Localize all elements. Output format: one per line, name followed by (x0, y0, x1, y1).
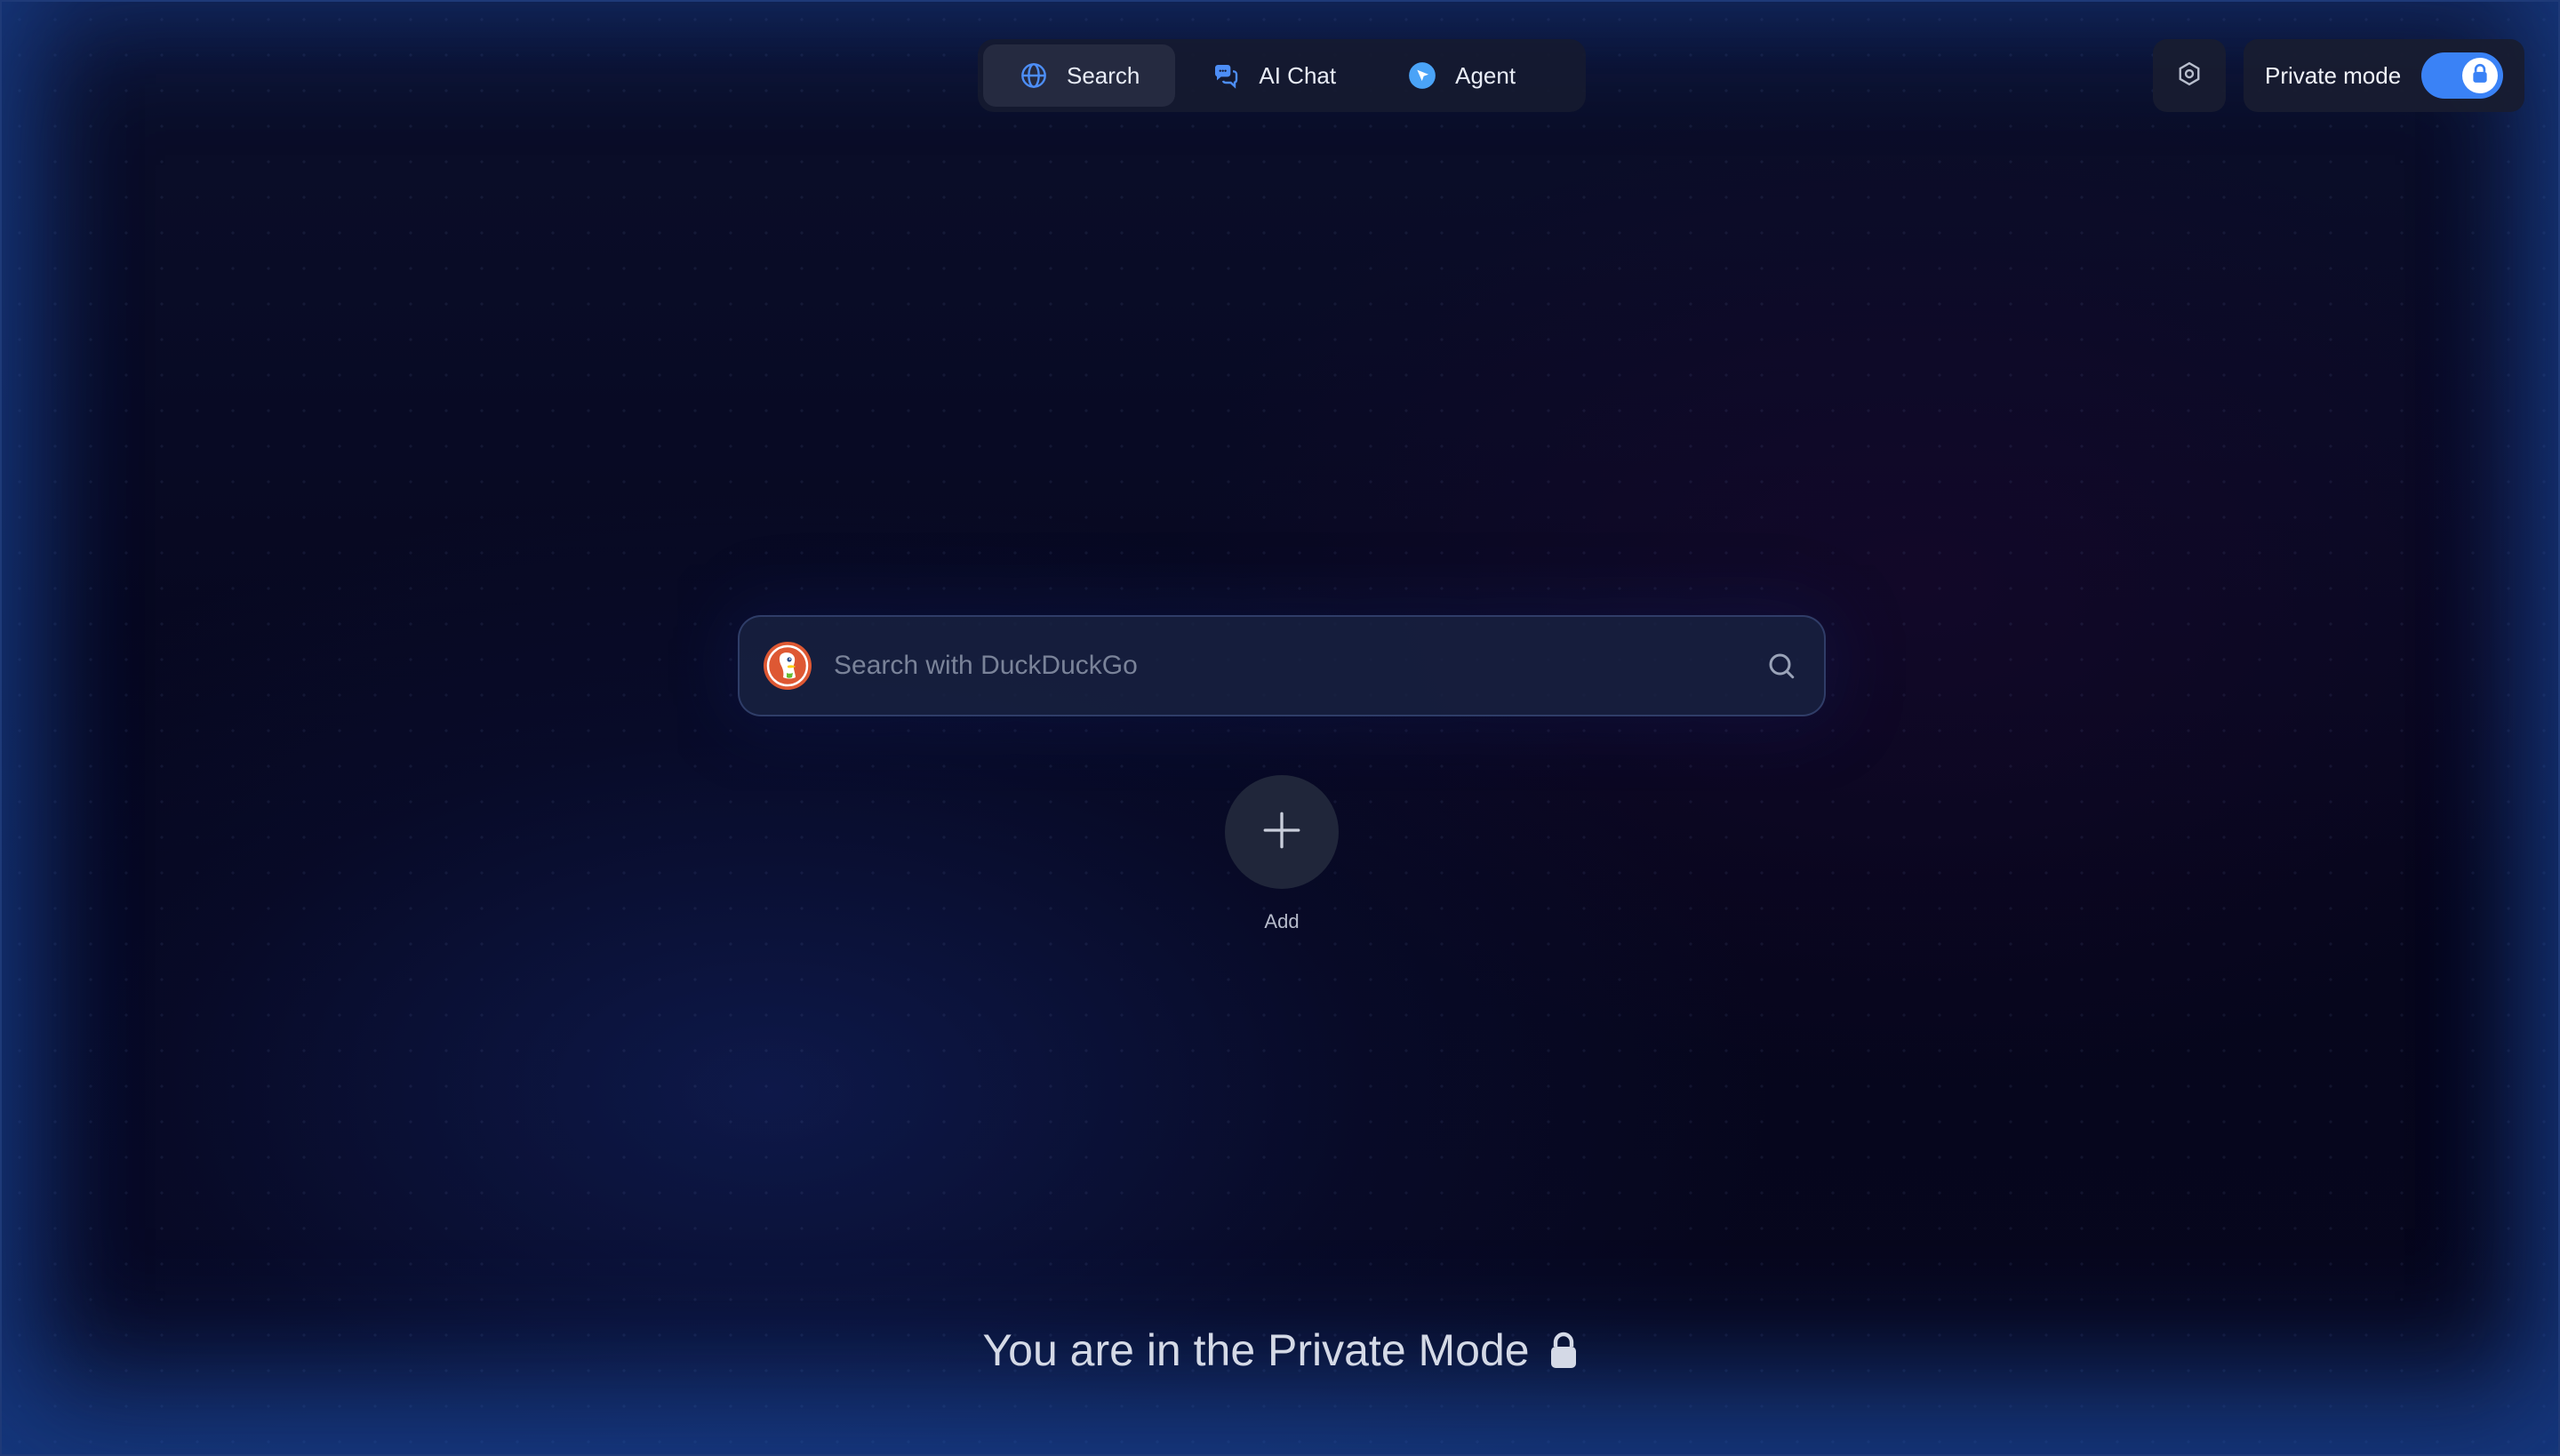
settings-button[interactable] (2153, 39, 2226, 112)
add-shortcut-label: Add (1264, 910, 1300, 932)
tab-agent[interactable]: Agent (1372, 44, 1551, 107)
agent-cursor-icon (1407, 60, 1437, 91)
lock-icon (2470, 63, 2490, 89)
search-input[interactable] (832, 638, 1764, 693)
private-mode-toggle[interactable] (2421, 52, 2503, 99)
search-icon[interactable] (1764, 648, 1799, 684)
plus-icon (1260, 808, 1304, 857)
private-mode-message-text: You are in the Private Mode (982, 1325, 1530, 1375)
edge-glow (2, 2, 2558, 1454)
settings-hexagon-icon (2176, 60, 2203, 92)
toggle-knob (2462, 58, 2498, 93)
tab-agent-label: Agent (1455, 61, 1516, 89)
private-mode-page: Search AI Chat Agent Private mode Search… (0, 0, 2560, 1456)
add-shortcut-button[interactable] (1225, 775, 1339, 889)
tab-search-label: Search (1067, 61, 1140, 89)
private-mode-label: Private mode (2265, 61, 2402, 89)
private-mode-control: Private mode (2244, 39, 2524, 112)
mode-switcher: Search AI Chat Agent (978, 39, 1586, 112)
chat-bubbles-icon (1211, 60, 1241, 91)
tab-search[interactable]: Search (983, 44, 1176, 107)
lock-icon (1546, 1331, 1581, 1370)
tab-ai-chat-label: AI Chat (1259, 61, 1337, 89)
globe-icon (1019, 60, 1049, 91)
dot-grid-background (2, 2, 2558, 1454)
tab-ai-chat[interactable]: AI Chat (1175, 44, 1372, 107)
search-bar (738, 615, 1826, 716)
duckduckgo-logo[interactable] (763, 641, 812, 691)
private-mode-message: You are in the Private Mode (2, 1324, 2558, 1376)
